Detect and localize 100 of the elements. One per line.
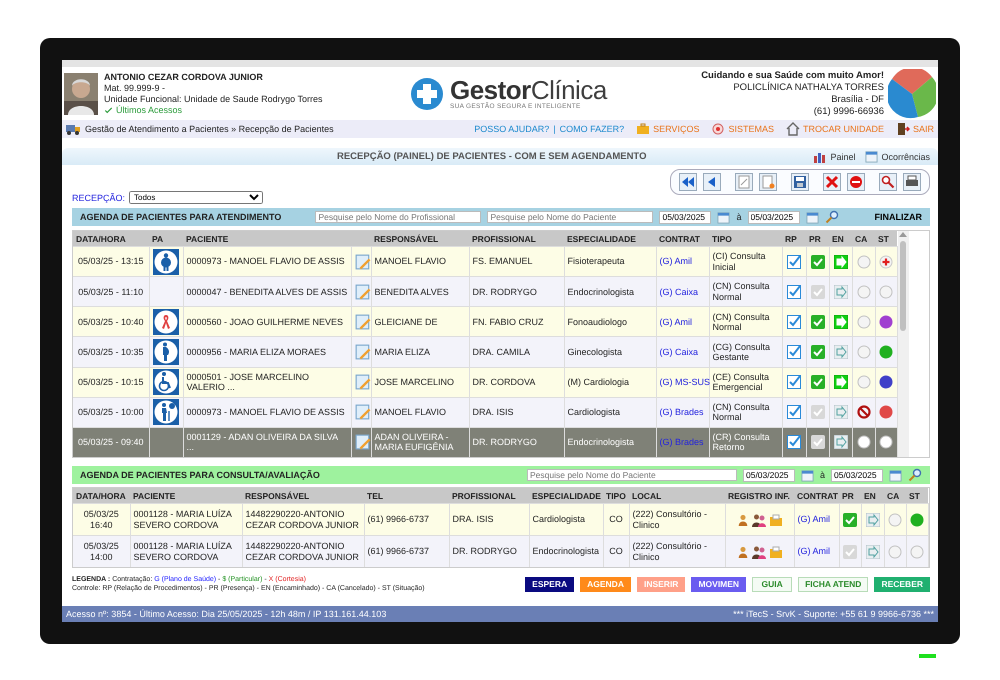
forward-icon[interactable] <box>834 405 848 420</box>
edit-icon[interactable] <box>354 314 370 330</box>
table-cell: Cardiologista <box>564 397 656 428</box>
presence-check-icon[interactable] <box>810 345 825 359</box>
table-cell: (CN) Consulta Normal <box>709 397 782 428</box>
empty-circle-icon[interactable] <box>888 512 902 526</box>
column-header: TEL <box>364 488 449 504</box>
table-row[interactable]: 05/03/25 - 10:40 0000560 - JOAO GUILHERME NEVES GLEICIANE DE FN. FABIO CRUZ Fonoaudiologo (G) Amil (CN) Consulta Normal <box>73 306 898 337</box>
empty-circle-icon[interactable] <box>856 314 871 329</box>
table-row[interactable]: 05/03/25 - 10:35 0000956 - MARIA ELIZA MORAES MARIA ELIZA DRA. CAMILA Ginecologista (G) Caixa (CG) Consulta Gestante <box>73 336 898 368</box>
action-button[interactable]: GUIA <box>752 576 792 592</box>
checked-box-icon[interactable] <box>787 375 802 390</box>
reception-select[interactable]: Todos <box>129 191 264 204</box>
column-header: CA <box>884 488 906 504</box>
page-title: RECEPÇÃO (PAINEL) DE PACIENTES - COM E SEM AGENDAMENTO <box>336 151 648 162</box>
action-button[interactable]: ESPERA <box>525 576 574 592</box>
couple-icon[interactable] <box>752 512 766 526</box>
table-cell: 05/03/25 - 13:15 <box>73 246 149 277</box>
forward-icon[interactable] <box>834 435 848 450</box>
date-to-field[interactable]: 05/03/2025 <box>748 210 800 224</box>
empty-circle-icon[interactable] <box>856 254 871 269</box>
presence-check-icon[interactable] <box>810 314 825 329</box>
pregnant-woman-icon <box>153 339 179 365</box>
blank-page-icon[interactable] <box>735 173 753 191</box>
patient-search-field[interactable]: Pesquise pelo Nome do Paciente <box>526 469 737 481</box>
new-page-icon[interactable] <box>759 173 777 191</box>
column-header: PA <box>149 231 183 247</box>
clinic-city: Brasília - DF <box>831 94 884 105</box>
checked-box-icon[interactable] <box>787 254 802 269</box>
checked-box-icon[interactable] <box>787 284 802 299</box>
finalize-button[interactable]: FINALIZAR <box>874 212 922 222</box>
table-cell: MANOEL FLAVIO <box>371 246 470 277</box>
table-cell: (CE) Consulta Emergencial <box>709 367 782 398</box>
prohibited-icon[interactable] <box>856 405 871 420</box>
date-to-field[interactable]: 05/03/2025 <box>831 468 883 482</box>
edit-icon[interactable] <box>354 284 370 300</box>
table-cell: 0000501 - JOSE MARCELINO VALERIO ... <box>183 367 351 398</box>
table-cell-text: 16:40 <box>88 520 114 530</box>
date-from-field[interactable]: 05/03/2025 <box>742 468 795 482</box>
empty-circle-icon[interactable] <box>856 435 871 450</box>
empty-circle-icon[interactable] <box>856 375 871 390</box>
presence-check-icon[interactable] <box>810 375 825 390</box>
search-icon[interactable] <box>908 468 922 482</box>
checked-box-icon[interactable] <box>787 405 802 420</box>
table-row[interactable]: 05/03/25 - 13:15 0000973 - MANOEL FLAVIO DE ASSIS MANOEL FLAVIO FS. EMANUEL Fisioterapeuta (G) Amil (CI) Consulta Inicial <box>73 246 898 277</box>
scroll-up-icon[interactable] <box>899 231 908 237</box>
access-info: Acesso nº: 3854 - Último Acesso: Dia 25/05/2025 - 12h 48m / IP 131.161.44.103 <box>66 609 386 619</box>
wheelchair-icon <box>153 369 179 396</box>
search-icon[interactable] <box>879 173 897 191</box>
forward-icon[interactable] <box>866 544 880 558</box>
patient-search-field[interactable]: Pesquise pelo Nome do Paciente <box>487 211 654 223</box>
column-header: PACIENTE <box>183 231 372 247</box>
forward-icon[interactable] <box>834 284 848 299</box>
print-icon[interactable] <box>903 173 921 191</box>
action-button[interactable]: FICHA ATEND <box>798 576 868 592</box>
rewind-icon[interactable] <box>679 173 697 191</box>
empty-circle-icon[interactable] <box>856 284 871 299</box>
couple-icon[interactable] <box>752 544 766 558</box>
table-cell: 05/03/25 - 10:00 <box>73 397 149 428</box>
search-icon[interactable] <box>824 210 838 224</box>
action-button[interactable]: MOVIMEN <box>691 576 746 592</box>
section-title: AGENDA DE PACIENTES PARA CONSULTA/AVALIAÇÃO <box>80 470 321 480</box>
truck-icon <box>66 122 80 136</box>
forward-active-icon[interactable] <box>834 254 848 269</box>
edit-icon[interactable] <box>354 434 370 450</box>
previous-icon[interactable] <box>703 173 721 191</box>
table-cell: 0000047 - BENEDITA ALVES DE ASSIS <box>183 276 351 307</box>
column-header: ESPECIALIDADE <box>564 231 656 247</box>
presence-check-icon[interactable] <box>810 254 825 269</box>
professional-search-field[interactable]: Pesquise pelo Nome do Profissional <box>315 211 482 223</box>
column-header: ST <box>875 231 898 247</box>
forward-icon[interactable] <box>834 345 848 359</box>
edit-icon[interactable] <box>354 374 370 390</box>
date-from-field[interactable]: 05/03/2025 <box>659 210 712 224</box>
last-access-link[interactable]: Últimos Acessos <box>104 105 322 115</box>
table-row[interactable]: 05/03/25 - 11:10 0000047 - BENEDITA ALVES DE ASSIS BENEDITA ALVES DR. RODRYGO Endocrinologista (G) Caixa (CN) Consulta Normal <box>73 276 898 307</box>
delete-icon[interactable] <box>823 173 841 191</box>
stop-icon[interactable] <box>847 173 865 191</box>
person-icon[interactable] <box>736 512 748 526</box>
column-header: ST <box>906 488 928 504</box>
section-title: AGENDA DE PACIENTES PARA ATENDIMENTO <box>80 212 282 222</box>
medical-cross-icon <box>879 254 894 269</box>
forward-icon[interactable] <box>866 512 880 526</box>
edit-icon[interactable] <box>354 254 370 270</box>
empty-circle-icon[interactable] <box>856 345 871 359</box>
edit-icon[interactable] <box>354 344 370 360</box>
column-header: RESPONSÁVEL <box>242 488 364 504</box>
forward-active-icon[interactable] <box>834 375 848 390</box>
checked-box-icon[interactable] <box>787 435 802 450</box>
edit-icon[interactable] <box>354 404 370 420</box>
save-icon[interactable] <box>791 173 809 191</box>
page-action-link[interactable]: Painel <box>813 150 856 164</box>
table-cell: Endocrinologista <box>529 536 603 567</box>
checked-box-icon[interactable] <box>787 345 802 359</box>
page-action-link[interactable]: Ocorrências <box>865 150 930 163</box>
presence-check-icon[interactable] <box>843 512 857 526</box>
checked-box-icon[interactable] <box>787 314 802 329</box>
forward-active-icon[interactable] <box>834 314 848 329</box>
scrollbar[interactable] <box>898 231 909 457</box>
empty-circle-icon[interactable] <box>888 544 902 558</box>
